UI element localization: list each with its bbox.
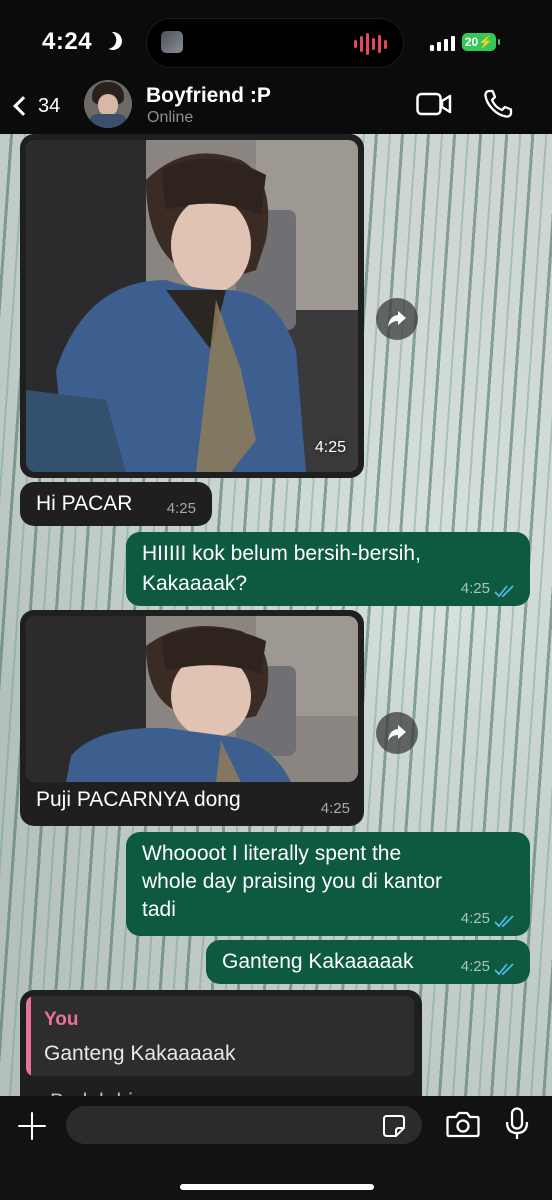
message-text-line: HIIIII kok belum bersih-bersih, xyxy=(142,542,421,565)
message-time: 4:25 xyxy=(320,800,350,817)
quote-text: Ganteng Kakaaaaak xyxy=(44,1042,236,1065)
message-text: Bodoh bi... ...a ... xyxy=(50,1088,209,1096)
charging-bolt-icon: ⚡ xyxy=(478,35,494,49)
selfie-photo-image xyxy=(26,140,358,472)
home-indicator[interactable] xyxy=(180,1184,374,1190)
cellular-signal-icon xyxy=(430,36,455,51)
incoming-message[interactable]: Hi PACAR 4:25 xyxy=(20,482,212,526)
message-photo[interactable]: 4:25 xyxy=(26,140,358,472)
quote-author: You xyxy=(44,1009,79,1030)
message-time: 4:25 xyxy=(166,500,196,517)
video-call-icon[interactable] xyxy=(416,92,452,116)
status-bar: 4:24 20 ⚡ xyxy=(0,0,552,80)
forward-icon xyxy=(388,311,406,327)
message-text: Ganteng Kakaaaaak xyxy=(222,950,414,973)
message-text-line: whole day praising you di kantor xyxy=(142,870,443,893)
battery-level: 20 xyxy=(464,35,479,49)
contact-status: Online xyxy=(147,109,194,126)
mic-icon[interactable] xyxy=(504,1107,530,1141)
battery-icon: 20 ⚡ xyxy=(462,33,500,51)
audio-waveform-icon xyxy=(354,33,387,55)
chat-header: 34 Boyfriend :P Online xyxy=(0,80,552,134)
forward-icon xyxy=(388,725,406,741)
message-time: 4:25 xyxy=(460,910,490,927)
outgoing-message[interactable]: HIIIII kok belum bersih-bersih, Kakaaaak… xyxy=(126,532,530,606)
back-chevron-icon xyxy=(13,96,33,116)
chat-background: 4:25 Hi PACAR 4:25 HIIIII kok belum bers… xyxy=(0,134,552,1096)
read-receipt-icon xyxy=(494,585,514,598)
dynamic-island[interactable] xyxy=(146,18,404,68)
photo-message[interactable]: 4:25 xyxy=(20,134,364,478)
message-time: 4:25 xyxy=(460,580,490,597)
read-receipt-icon xyxy=(494,963,514,976)
do-not-disturb-moon-icon xyxy=(101,29,124,52)
outgoing-message[interactable]: Ganteng Kakaaaaak 4:25 xyxy=(206,940,530,984)
message-photo[interactable] xyxy=(26,616,358,782)
outgoing-message[interactable]: Whoooot I literally spent the whole day … xyxy=(126,832,530,936)
message-time: 4:25 xyxy=(314,439,346,456)
read-receipt-icon xyxy=(494,915,514,928)
status-time: 4:24 xyxy=(42,28,93,55)
message-text: Hi PACAR xyxy=(36,492,133,515)
contact-name[interactable]: Boyfriend :P xyxy=(146,84,271,108)
camera-icon[interactable] xyxy=(446,1110,480,1138)
contact-avatar[interactable] xyxy=(84,80,132,128)
quote-accent-bar xyxy=(26,996,31,1076)
forward-button[interactable] xyxy=(376,298,418,340)
photo-message[interactable]: Puji PACARNYA dong 4:25 xyxy=(20,610,364,826)
sticker-icon[interactable] xyxy=(382,1114,406,1138)
photo-caption: Puji PACARNYA dong xyxy=(36,788,241,811)
message-time: 4:25 xyxy=(460,958,490,975)
plus-icon[interactable] xyxy=(18,1112,46,1140)
quoted-message[interactable]: You Ganteng Kakaaaaak xyxy=(26,996,414,1076)
message-text-line: Whoooot I literally spent the xyxy=(142,842,402,865)
unread-count: 34 xyxy=(38,94,61,117)
message-text-line: tadi xyxy=(142,898,176,921)
voice-call-icon[interactable] xyxy=(482,88,514,120)
selfie-photo-image xyxy=(26,616,358,782)
message-input[interactable] xyxy=(66,1106,422,1144)
back-button[interactable]: 34 xyxy=(8,84,60,128)
now-playing-artwork xyxy=(161,31,183,53)
message-text-line: Kakaaaak? xyxy=(142,572,248,595)
forward-button[interactable] xyxy=(376,712,418,754)
reply-message[interactable]: You Ganteng Kakaaaaak Bodoh bi... ...a .… xyxy=(20,990,422,1096)
